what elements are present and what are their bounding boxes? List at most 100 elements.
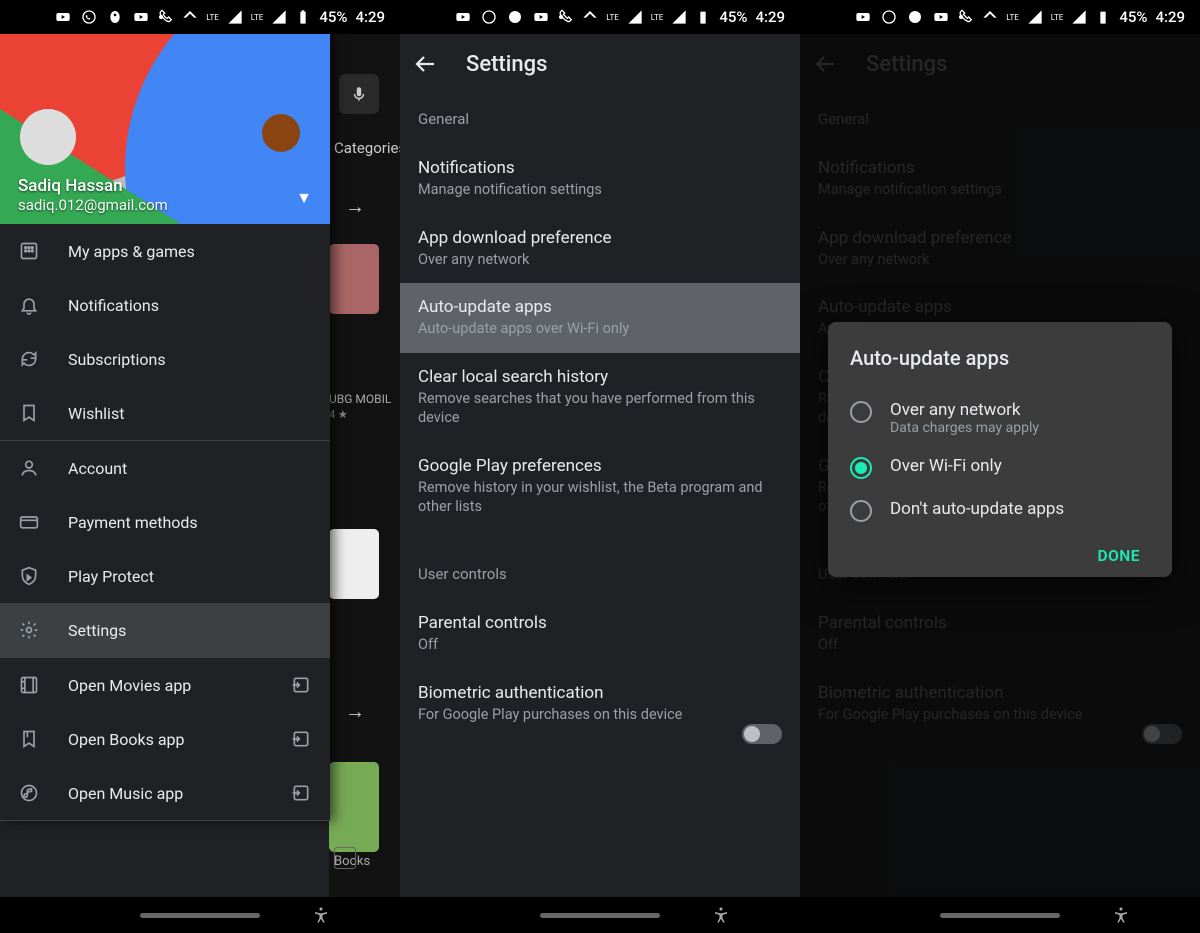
nav-open-music[interactable]: Open Music app (0, 766, 330, 820)
nav-settings[interactable]: Settings (0, 603, 330, 657)
home-pill[interactable] (140, 913, 260, 918)
nav-label: Open Books app (68, 730, 185, 749)
dot-icon (559, 15, 563, 19)
signal-icon (1027, 9, 1043, 25)
section-general: General (400, 94, 800, 144)
nav-label: My apps & games (68, 242, 195, 261)
film-icon (18, 674, 40, 696)
nav-label: Notifications (68, 296, 159, 315)
uc-icon (907, 9, 923, 25)
uc-icon (107, 9, 123, 25)
radio-any-network[interactable]: Over any networkData charges may apply (850, 390, 1150, 446)
accessibility-icon[interactable] (712, 904, 730, 926)
bell-icon (18, 294, 40, 316)
setting-clear-search[interactable]: Clear local search historyRemove searche… (400, 353, 800, 442)
back-button[interactable] (414, 52, 438, 76)
status-bar: LTE LTE 45% 4:29 (800, 0, 1200, 34)
accessibility-icon[interactable] (312, 904, 330, 926)
dialog-title: Auto-update apps (850, 346, 1150, 370)
auto-update-dialog: Auto-update apps Over any networkData ch… (828, 322, 1172, 577)
app-rating: 4 ★ (329, 408, 348, 421)
whatsapp-icon (481, 9, 497, 25)
radio-icon (850, 401, 872, 423)
avatar-secondary[interactable] (262, 114, 300, 152)
battery-icon (295, 9, 311, 25)
home-pill[interactable] (940, 913, 1060, 918)
wifi-icon (982, 9, 998, 25)
lte-label: LTE (206, 13, 219, 22)
accessibility-icon[interactable] (1112, 904, 1130, 926)
nav-label: Play Protect (68, 567, 154, 586)
youtube-icon-2 (533, 9, 549, 25)
setting-notifications[interactable]: NotificationsManage notification setting… (400, 144, 800, 214)
nav-my-apps[interactable]: My apps & games (0, 224, 330, 278)
nav-open-movies[interactable]: Open Movies app (0, 658, 330, 712)
music-icon (18, 782, 40, 804)
nav-account[interactable]: Account (0, 441, 330, 495)
setting-parental[interactable]: Parental controlsOff (400, 599, 800, 669)
nav-label: Account (68, 459, 127, 478)
setting-play-prefs[interactable]: Google Play preferencesRemove history in… (400, 442, 800, 531)
pane-dialog: LTE LTE 45% 4:29 Settings General Notifi… (800, 0, 1200, 933)
app-thumbnail (329, 244, 379, 314)
biometric-switch[interactable] (742, 724, 782, 744)
dot-icon (959, 15, 963, 19)
categories-tab[interactable]: Categories (334, 139, 400, 157)
setting-biometric[interactable]: Biometric authenticationFor Google Play … (400, 669, 800, 739)
whatsapp-icon (81, 9, 97, 25)
wifi-icon (582, 9, 598, 25)
nav-payment[interactable]: Payment methods (0, 495, 330, 549)
nav-label: Open Movies app (68, 676, 191, 695)
gear-icon (18, 619, 40, 641)
youtube-icon-2 (933, 9, 949, 25)
nav-label: Wishlist (68, 404, 124, 423)
avatar-main[interactable] (20, 109, 76, 165)
navigation-drawer: Sadiq Hassan sadiq.012@gmail.com ▼ My ap… (0, 34, 330, 821)
youtube-icon (855, 9, 871, 25)
lte-label-2: LTE (251, 13, 264, 22)
app-thumbnail-2 (329, 529, 379, 599)
home-pill[interactable] (540, 913, 660, 918)
system-navbar (400, 897, 800, 933)
user-email: sadiq.012@gmail.com (18, 196, 168, 214)
setting-auto-update[interactable]: Auto-update appsAuto-update apps over Wi… (400, 283, 800, 353)
signal-icon (627, 9, 643, 25)
time-text: 4:29 (355, 8, 385, 26)
status-bar: LTE LTE 45% 4:29 (400, 0, 800, 34)
nav-wishlist[interactable]: Wishlist (0, 386, 330, 440)
account-dropdown-icon[interactable]: ▼ (296, 188, 312, 208)
signal-icon-2 (1071, 9, 1087, 25)
card-icon (18, 511, 40, 533)
shield-icon (18, 565, 40, 587)
nav-label: Open Music app (68, 784, 183, 803)
radio-wifi-only[interactable]: Over Wi-Fi only (850, 446, 1150, 489)
arrow-icon: → (345, 194, 365, 219)
done-button[interactable]: DONE (1088, 539, 1151, 573)
nav-open-books[interactable]: Open Books app (0, 712, 330, 766)
youtube-icon-2 (133, 9, 149, 25)
voice-search-button[interactable] (339, 74, 379, 114)
drawer-header[interactable]: Sadiq Hassan sadiq.012@gmail.com ▼ (0, 34, 330, 224)
nav-play-protect[interactable]: Play Protect (0, 549, 330, 603)
signal-icon-2 (271, 9, 287, 25)
refresh-icon (18, 348, 40, 370)
radio-dont-update[interactable]: Don't auto-update apps (850, 489, 1150, 532)
section-user-controls: User controls (400, 549, 800, 599)
nav-label: Settings (68, 621, 126, 640)
signal-icon (227, 9, 243, 25)
setting-download-pref[interactable]: App download preferenceOver any network (400, 214, 800, 284)
battery-icon (1095, 9, 1111, 25)
apps-icon (18, 240, 40, 262)
play-store-background: Categories → UBG MOBIL 4 ★ → Books (329, 34, 400, 933)
nav-notifications[interactable]: Notifications (0, 278, 330, 332)
book-icon (18, 728, 40, 750)
nav-subscriptions[interactable]: Subscriptions (0, 332, 330, 386)
pane-drawer: LTE LTE 45% 4:29 Categories → UBG MOBIL … (0, 0, 400, 933)
open-external-icon (290, 782, 312, 804)
youtube-icon (55, 9, 71, 25)
pane-settings: LTE LTE 45% 4:29 Settings General Notifi… (400, 0, 800, 933)
youtube-icon (455, 9, 471, 25)
radio-icon-selected (850, 457, 872, 479)
open-external-icon (290, 728, 312, 750)
bookmark-icon (18, 402, 40, 424)
